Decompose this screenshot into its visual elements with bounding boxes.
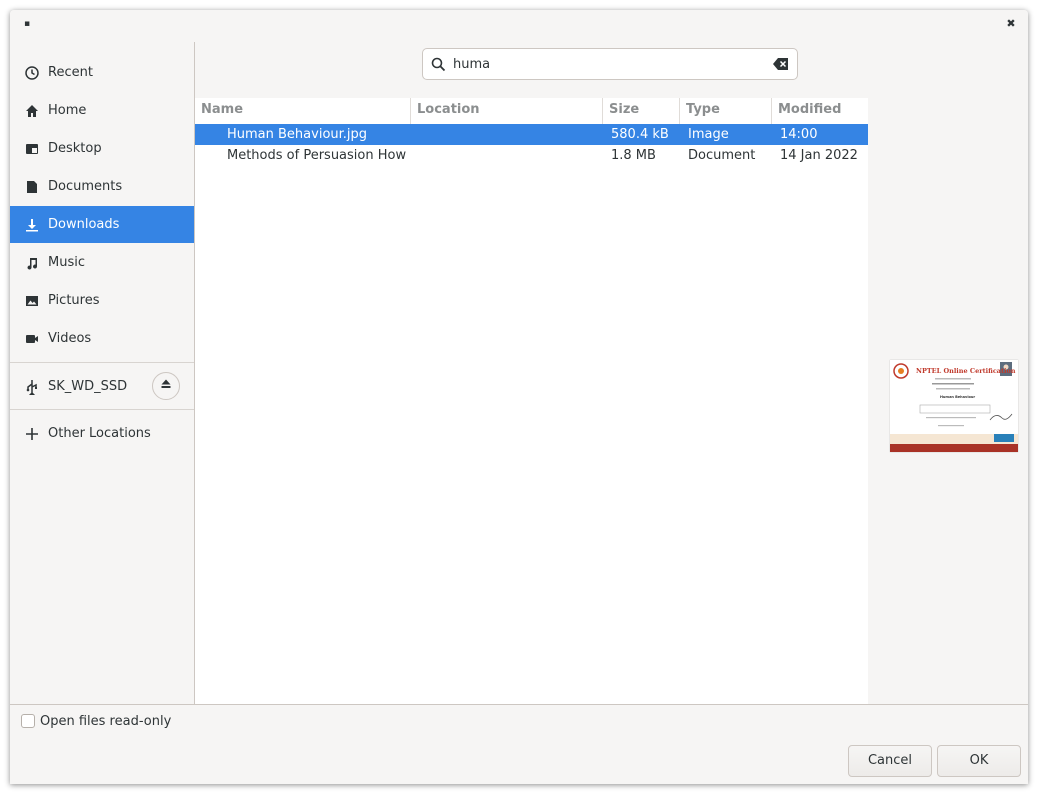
sidebar-item-other-locations[interactable]: Other Locations (10, 415, 194, 452)
sidebar-item-device[interactable]: SK_WD_SSD (10, 368, 194, 405)
sidebar-item-label: Home (48, 103, 87, 118)
ok-button[interactable]: OK (937, 745, 1021, 777)
thumb-subject: Human Behaviour (940, 395, 975, 399)
titlebar: ▪ ✖ (10, 10, 1028, 42)
file-preview-thumbnail: NPTEL Online Certification Human Behavio… (890, 360, 1018, 452)
sidebar-item-music[interactable]: Music (10, 244, 194, 281)
column-header-size[interactable]: Size (603, 98, 680, 124)
download-icon (24, 217, 40, 233)
eject-icon (160, 378, 172, 394)
clock-icon (24, 65, 40, 81)
plus-icon (24, 426, 40, 442)
main-pane: Name Location Size Type Modified Human B… (195, 42, 1028, 704)
video-camera-icon (24, 331, 40, 347)
file-size: 580.4 kB (611, 127, 669, 142)
sidebar-item-home[interactable]: Home (10, 92, 194, 129)
list-header: Name Location Size Type Modified (195, 98, 868, 125)
column-header-name[interactable]: Name (195, 98, 411, 124)
file-chooser-dialog: ▪ ✖ Recent Home Desktop Documents Downlo… (10, 10, 1028, 784)
eject-button[interactable] (152, 372, 180, 400)
search-input[interactable] (453, 55, 763, 73)
sidebar-item-downloads[interactable]: Downloads (10, 206, 194, 243)
file-name: Human Behaviour.jpg (227, 127, 368, 142)
preview-pane: NPTEL Online Certification Human Behavio… (868, 98, 1028, 704)
file-row[interactable]: Methods of Persuasion How ... 1.8 MB Doc… (195, 145, 868, 166)
column-header-location[interactable]: Location (411, 98, 603, 124)
sidebar-item-label: Other Locations (48, 426, 151, 441)
close-icon[interactable]: ✖ (1006, 18, 1016, 30)
document-icon (24, 179, 40, 195)
file-type: Image (688, 127, 729, 142)
picture-icon (24, 293, 40, 309)
music-note-icon (24, 255, 40, 271)
column-header-modified[interactable]: Modified (772, 98, 868, 124)
sidebar-item-label: Music (48, 255, 85, 270)
sidebar-item-desktop[interactable]: Desktop (10, 130, 194, 167)
file-row[interactable]: Human Behaviour.jpg 580.4 kB Image 14:00 (195, 124, 868, 145)
sidebar-item-label: Desktop (48, 141, 102, 156)
cancel-button[interactable]: Cancel (848, 745, 932, 777)
sidebar-item-videos[interactable]: Videos (10, 320, 194, 357)
file-size: 1.8 MB (611, 148, 656, 163)
sidebar-item-documents[interactable]: Documents (10, 168, 194, 205)
sidebar-item-pictures[interactable]: Pictures (10, 282, 194, 319)
usb-icon (24, 379, 40, 395)
sidebar-divider (10, 409, 194, 410)
search-icon (431, 57, 446, 76)
file-modified: 14:00 (780, 127, 818, 142)
file-modified: 14 Jan 2022 (780, 148, 858, 163)
sidebar-item-label: SK_WD_SSD (48, 379, 128, 394)
clear-search-icon[interactable] (773, 58, 789, 74)
search-bar (195, 42, 1028, 98)
thumb-title: NPTEL Online Certification (916, 367, 1016, 375)
sidebar-divider (10, 362, 194, 363)
search-box[interactable] (422, 48, 798, 80)
column-header-type[interactable]: Type (680, 98, 772, 124)
sidebar-item-label: Documents (48, 179, 123, 194)
sidebar-item-label: Downloads (48, 217, 120, 232)
sidebar-item-label: Recent (48, 65, 93, 80)
file-name: Methods of Persuasion How ... (227, 148, 409, 163)
window-menu-icon[interactable]: ▪ (24, 19, 30, 29)
places-sidebar: Recent Home Desktop Documents Downloads (10, 42, 195, 704)
home-icon (24, 103, 40, 119)
read-only-checkbox[interactable] (21, 714, 35, 728)
dialog-action-bar: Open files read-only Cancel OK (10, 704, 1028, 784)
sidebar-item-recent[interactable]: Recent (10, 54, 194, 91)
sidebar-item-label: Videos (48, 331, 92, 346)
file-list: Name Location Size Type Modified Human B… (195, 98, 868, 704)
read-only-label[interactable]: Open files read-only (40, 714, 171, 729)
file-type: Document (688, 148, 756, 163)
desktop-icon (24, 141, 40, 157)
sidebar-item-label: Pictures (48, 293, 100, 308)
